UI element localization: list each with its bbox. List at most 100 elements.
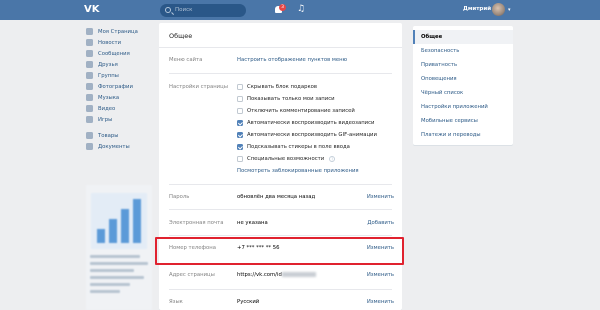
checkbox-box[interactable]: [237, 156, 243, 162]
promo-text-line: [90, 276, 144, 279]
nav-item-games[interactable]: Игры: [86, 114, 156, 125]
checkbox-hide-gifts[interactable]: Скрывать блок подарков: [237, 84, 317, 90]
messages-icon: [86, 50, 93, 57]
page-settings-label: Настройки страницы: [169, 84, 228, 90]
nav-item-goods[interactable]: Товары: [86, 130, 156, 141]
notifications-button[interactable]: 3: [274, 4, 286, 15]
nav-item-documents[interactable]: Документы: [86, 141, 156, 152]
checkbox-accessibility[interactable]: Специальные возможности?: [237, 156, 336, 162]
checkbox-label: Автоматически воспроизводить видеозаписи: [247, 120, 375, 126]
page-title: Общее: [169, 32, 193, 40]
checkbox-autoplay-gif[interactable]: Автоматически воспроизводить GIF-анимаци…: [237, 132, 377, 138]
nav-item-music[interactable]: Музыка: [86, 92, 156, 103]
promo-image-bar: [133, 199, 141, 243]
address-change-link[interactable]: Изменить: [367, 272, 394, 278]
left-nav: Моя Страница Новости Сообщения Друзья Гр…: [86, 26, 156, 152]
email-add-link[interactable]: Добавить: [367, 220, 394, 226]
nav-label: Фотографии: [98, 83, 133, 90]
promo-image-bar: [97, 229, 105, 243]
nav-label: Группы: [98, 72, 119, 79]
top-bar: VK Поиск 3 ♫ Дмитрий ▾: [0, 0, 600, 20]
site-menu-link[interactable]: Настроить отображение пунктов меню: [237, 57, 347, 63]
blocked-apps-link[interactable]: Посмотреть заблокированные приложения: [237, 168, 359, 174]
settings-tab-payments[interactable]: Платежи и переводы: [413, 128, 513, 142]
nav-item-news[interactable]: Новости: [86, 37, 156, 48]
nav-label: Моя Страница: [98, 28, 138, 35]
divider: [169, 209, 392, 210]
settings-tab-notifications[interactable]: Оповещения: [413, 72, 513, 86]
search-icon: [165, 7, 171, 13]
settings-panel: Общее Меню сайта Настроить отображение п…: [159, 23, 402, 310]
search-input[interactable]: Поиск: [160, 4, 246, 17]
divider: [169, 289, 392, 290]
settings-tab-apps[interactable]: Настройки приложений: [413, 100, 513, 114]
password-change-link[interactable]: Изменить: [367, 194, 394, 200]
promo-text-line: [90, 269, 134, 272]
checkbox-box[interactable]: [237, 144, 243, 150]
checkbox-box[interactable]: [237, 84, 243, 90]
address-value-wrap: https://vk.com/id: [237, 272, 316, 278]
notification-badge: 3: [279, 4, 286, 11]
nav-label: Видео: [98, 105, 116, 112]
settings-tab-security[interactable]: Безопасность: [413, 44, 513, 58]
checkbox-autoplay-video[interactable]: Автоматически воспроизводить видеозаписи: [237, 120, 374, 126]
nav-item-photos[interactable]: Фотографии: [86, 81, 156, 92]
divider: [169, 184, 392, 185]
nav-label: Документы: [98, 143, 130, 150]
address-label: Адрес страницы: [169, 272, 215, 278]
checkbox-box[interactable]: [237, 96, 243, 102]
email-value: не указана: [237, 220, 268, 226]
avatar[interactable]: [492, 3, 505, 16]
nav-item-friends[interactable]: Друзья: [86, 59, 156, 70]
checkbox-label: Показывать только мои записи: [247, 96, 335, 102]
checkbox-disable-comments[interactable]: Отключить комментирование записей: [237, 108, 355, 114]
password-value: обновлён два месяца назад: [237, 194, 316, 200]
site-menu-label: Меню сайта: [169, 57, 203, 63]
nav-label: Сообщения: [98, 50, 130, 57]
music-icon[interactable]: ♫: [297, 4, 305, 15]
checkbox-box[interactable]: [237, 108, 243, 114]
nav-label: Музыка: [98, 94, 120, 101]
nav-item-groups[interactable]: Группы: [86, 70, 156, 81]
help-icon[interactable]: ?: [329, 156, 336, 162]
address-value: https://vk.com/id: [237, 272, 282, 278]
settings-tab-blacklist[interactable]: Чёрный список: [413, 86, 513, 100]
promo-image-bar: [109, 219, 117, 243]
groups-icon: [86, 72, 93, 79]
checkbox-suggest-stickers[interactable]: Подсказывать стикеры в поле ввода: [237, 144, 350, 150]
nav-item-video[interactable]: Видео: [86, 103, 156, 114]
checkbox-label: Скрывать блок подарков: [247, 84, 318, 90]
checkbox-only-my-posts[interactable]: Показывать только мои записи: [237, 96, 335, 102]
checkbox-box[interactable]: [237, 120, 243, 126]
language-value: Русский: [237, 299, 260, 305]
nav-item-messages[interactable]: Сообщения: [86, 48, 156, 59]
email-label: Электронная почта: [169, 220, 224, 226]
checkbox-label: Автоматически воспроизводить GIF-анимаци…: [247, 132, 377, 138]
language-change-link[interactable]: Изменить: [367, 299, 394, 305]
language-label: Язык: [169, 299, 183, 305]
divider: [159, 47, 402, 48]
nav-label: Новости: [98, 39, 122, 46]
nav-item-my-page[interactable]: Моя Страница: [86, 26, 156, 37]
phone-highlight-frame: [155, 237, 404, 265]
promo-text-line: [90, 255, 140, 258]
nav-label: Игры: [98, 116, 113, 123]
video-icon: [86, 105, 93, 112]
settings-tab-general[interactable]: Общее: [413, 30, 513, 44]
settings-tab-privacy[interactable]: Приватность: [413, 58, 513, 72]
user-name[interactable]: Дмитрий: [463, 6, 491, 12]
redacted-id: [281, 272, 316, 277]
nav-label: Друзья: [98, 61, 118, 68]
vk-logo[interactable]: VK: [84, 3, 100, 16]
promo-banner[interactable]: [86, 185, 152, 310]
promo-text-line: [90, 290, 120, 293]
documents-icon: [86, 143, 93, 150]
chevron-down-icon[interactable]: ▾: [508, 7, 511, 13]
home-icon: [86, 28, 93, 35]
promo-image-bar: [121, 209, 129, 243]
settings-tab-mobile[interactable]: Мобильные сервисы: [413, 114, 513, 128]
checkbox-box[interactable]: [237, 132, 243, 138]
news-icon: [86, 39, 93, 46]
checkbox-label: Подсказывать стикеры в поле ввода: [247, 144, 350, 150]
music-icon: [86, 94, 93, 101]
